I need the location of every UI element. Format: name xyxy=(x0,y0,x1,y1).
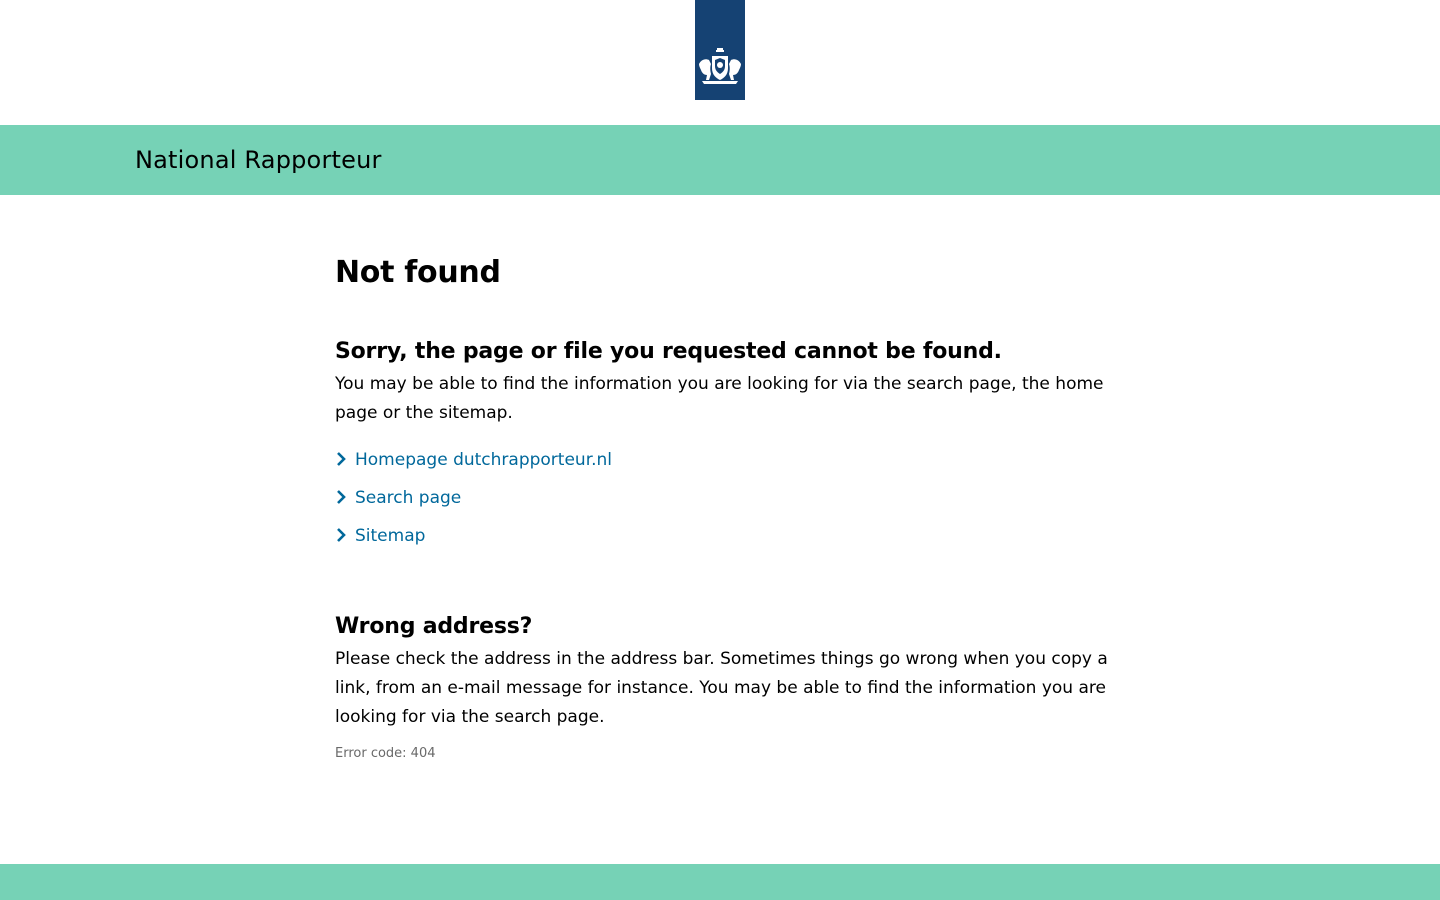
sorry-heading: Sorry, the page or file you requested ca… xyxy=(335,339,1002,364)
wrong-address-heading: Wrong address? xyxy=(335,614,533,639)
chevron-right-icon xyxy=(337,490,346,504)
main-content: Not found Sorry, the page or file you re… xyxy=(335,252,1115,764)
page-title: Not found xyxy=(335,255,501,290)
list-item: Sitemap xyxy=(335,523,1115,561)
coat-of-arms-icon xyxy=(699,48,741,84)
logo-link[interactable] xyxy=(695,0,745,100)
sorry-text: You may be able to find the information … xyxy=(335,374,1104,423)
chevron-right-icon xyxy=(337,452,346,466)
footer-bar xyxy=(0,864,1440,900)
list-item: Homepage dutchrapporteur.nl xyxy=(335,447,1115,485)
sitemap-link[interactable]: Sitemap xyxy=(355,523,425,549)
top-bar xyxy=(0,0,1440,125)
help-links-list: Homepage dutchrapporteur.nl Search page … xyxy=(335,447,1115,561)
search-page-link[interactable]: Search page xyxy=(355,485,461,511)
homepage-link[interactable]: Homepage dutchrapporteur.nl xyxy=(355,447,612,473)
list-item: Search page xyxy=(335,485,1115,523)
chevron-right-icon xyxy=(337,528,346,542)
error-code: Error code: 404 xyxy=(335,746,436,761)
wrong-address-text: Please check the address in the address … xyxy=(335,649,1108,727)
site-title[interactable]: National Rapporteur xyxy=(135,143,382,177)
